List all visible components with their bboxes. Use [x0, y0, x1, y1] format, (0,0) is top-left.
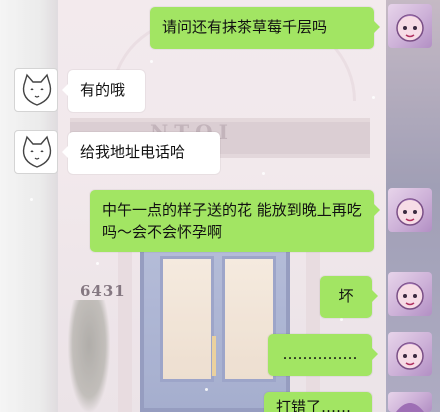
message-text: 给我地址电话哈: [80, 143, 186, 161]
message-bubble-incoming[interactable]: 给我地址电话哈: [62, 132, 220, 174]
message-text: 打错了……: [276, 398, 352, 412]
message-bubble-outgoing[interactable]: 打错了……: [264, 392, 372, 412]
message-text: 有的哦: [80, 81, 126, 99]
message-bubble-incoming[interactable]: 有的哦: [62, 70, 145, 112]
message-bubble-outgoing[interactable]: ……………: [268, 334, 378, 376]
message-text: 坏: [338, 287, 354, 305]
message-bubble-outgoing[interactable]: 中午一点的样子送的花 能放到晚上再吃吗～会不会怀孕啊: [90, 190, 380, 252]
message-text: ……………: [282, 345, 358, 363]
message-bubble-outgoing[interactable]: 坏: [320, 276, 378, 318]
cartoon-girl-avatar-icon[interactable]: [388, 188, 432, 232]
cartoon-girl-avatar-icon[interactable]: [388, 332, 432, 376]
white-cat-avatar-icon[interactable]: [14, 130, 58, 174]
message-text: 中午一点的样子送的花 能放到晚上再吃吗～会不会怀孕啊: [102, 201, 362, 241]
cartoon-girl-avatar-icon[interactable]: [388, 392, 432, 412]
white-cat-avatar-icon[interactable]: [14, 68, 58, 112]
message-bubble-outgoing[interactable]: 请问还有抹茶草莓千层吗: [150, 7, 380, 49]
cartoon-girl-avatar-icon[interactable]: [388, 272, 432, 316]
message-text: 请问还有抹茶草莓千层吗: [162, 18, 328, 36]
cartoon-girl-avatar-icon[interactable]: [388, 4, 432, 48]
